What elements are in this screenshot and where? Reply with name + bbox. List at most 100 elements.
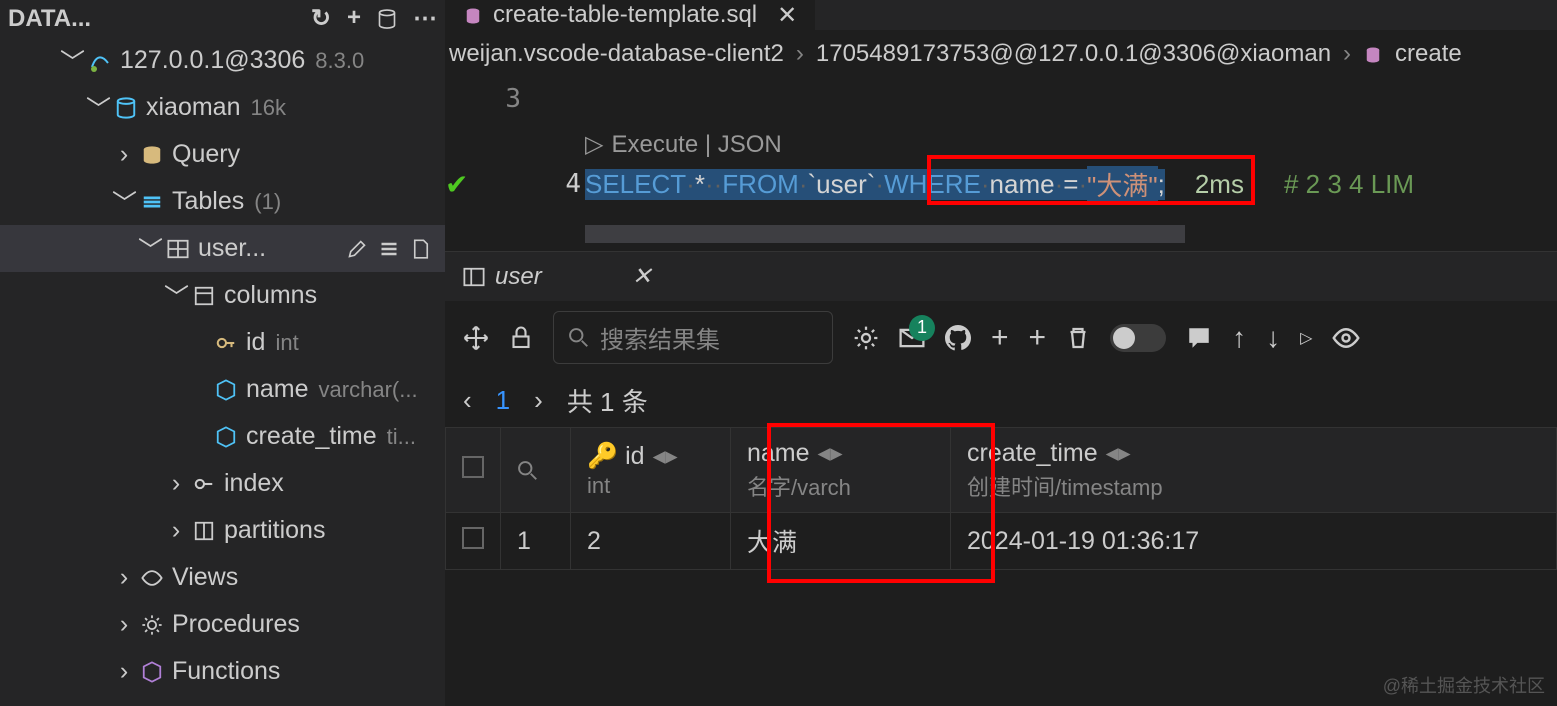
views-node[interactable]: › Views <box>0 554 445 601</box>
partitions-label: partitions <box>224 516 325 545</box>
header-ct-label: create_time <box>967 439 1098 467</box>
table-row[interactable]: 1 2 大满 2024-01-19 01:36:17 <box>446 513 1557 570</box>
github-icon[interactable] <box>945 325 971 351</box>
functions-node[interactable]: › Functions <box>0 648 445 695</box>
result-tab[interactable]: user ✕ <box>445 252 670 302</box>
header-name[interactable]: name◂▸ 名字/varch <box>731 428 951 513</box>
columns-node[interactable]: ﹀ columns <box>0 272 445 319</box>
edit-icon[interactable] <box>347 234 367 263</box>
header-checkbox[interactable] <box>446 428 501 513</box>
header-id-type: int <box>587 473 714 499</box>
index-node[interactable]: › index <box>0 460 445 507</box>
prev-page-icon[interactable]: ‹ <box>463 385 472 416</box>
close-icon[interactable]: ✕ <box>777 1 797 30</box>
sidebar-header-actions: ↻ + ⋯ <box>311 4 437 33</box>
cell-id[interactable]: 2 <box>571 513 731 570</box>
result-table: 🔑 id◂▸ int name◂▸ 名字/varch create_time◂▸… <box>445 427 1557 570</box>
chevron-down-icon: ﹀ <box>164 278 188 314</box>
function-icon <box>136 661 168 683</box>
tables-count: (1) <box>254 189 281 215</box>
breadcrumb-item[interactable]: weijan.vscode-database-client2 <box>449 40 784 68</box>
code-lens[interactable]: ▷ Execute | JSON <box>505 130 1557 159</box>
sql-identifier: name <box>990 169 1055 200</box>
key-icon <box>210 332 242 354</box>
chevron-down-icon: ﹀ <box>86 90 110 126</box>
connection-node[interactable]: ﹀ 127.0.0.1@3306 8.3.0 <box>0 37 445 84</box>
row-checkbox[interactable] <box>446 513 501 570</box>
cell-name[interactable]: 大满 <box>731 513 951 570</box>
close-icon[interactable]: ✕ <box>632 262 652 291</box>
plus-yellow-icon[interactable]: + <box>1029 321 1047 355</box>
sql-keyword: WHERE <box>884 169 981 200</box>
search-placeholder: 搜索结果集 <box>600 320 720 355</box>
views-icon <box>136 567 168 589</box>
eye-icon[interactable] <box>1332 324 1360 352</box>
result-tab-label: user <box>495 263 542 291</box>
table-icon <box>162 238 194 260</box>
play-icon[interactable]: ▷ <box>1300 328 1312 348</box>
header-id-label: id <box>625 442 644 470</box>
col-name-label: name <box>246 375 309 404</box>
cell-create-time[interactable]: 2024-01-19 01:36:17 <box>951 513 1557 570</box>
sql-string: "大满" <box>1087 166 1157 203</box>
refresh-icon[interactable]: ↻ <box>311 4 331 33</box>
move-icon[interactable] <box>463 325 489 351</box>
toggle-switch[interactable] <box>1110 324 1166 352</box>
add-icon[interactable]: + <box>347 4 361 33</box>
editor-tab[interactable]: create-table-template.sql ✕ <box>445 0 815 30</box>
header-create-time[interactable]: create_time◂▸ 创建时间/timestamp <box>951 428 1557 513</box>
gear-icon[interactable] <box>853 325 879 351</box>
more-icon[interactable]: ⋯ <box>413 4 437 33</box>
arrow-down-icon[interactable]: ↓ <box>1266 322 1280 354</box>
editor[interactable]: 3 ▷ Execute | JSON ✔ 4 SELECT·*··FROM·`u… <box>445 78 1557 243</box>
mail-icon[interactable]: 1 <box>899 325 925 351</box>
plus-icon[interactable]: + <box>991 321 1009 355</box>
user-table-node[interactable]: ﹀ user... <box>0 225 445 272</box>
sql-file-icon <box>463 1 483 29</box>
table-actions <box>347 234 445 263</box>
column-name[interactable]: name varchar(... <box>0 366 445 413</box>
col-ct-label: create_time <box>246 422 377 451</box>
field-icon <box>210 426 242 448</box>
header-search[interactable] <box>501 428 571 513</box>
breadcrumb-item[interactable]: create <box>1395 40 1462 68</box>
sql-operator: = <box>1063 169 1078 200</box>
partitions-node[interactable]: › partitions <box>0 507 445 554</box>
chat-icon[interactable] <box>1186 325 1212 351</box>
line-number: 4 <box>541 169 581 199</box>
next-page-icon[interactable]: › <box>534 385 543 416</box>
list-icon[interactable] <box>379 234 399 263</box>
page-number[interactable]: 1 <box>496 385 510 416</box>
tree: ﹀ 127.0.0.1@3306 8.3.0 ﹀ xiaoman 16k › Q… <box>0 37 445 695</box>
procedures-node[interactable]: › Procedures <box>0 601 445 648</box>
header-id[interactable]: 🔑 id◂▸ int <box>571 428 731 513</box>
query-label: Query <box>172 140 240 169</box>
chevron-right-icon: › <box>112 563 136 592</box>
database-icon[interactable] <box>377 4 397 33</box>
row-number: 1 <box>501 513 571 570</box>
sql-comment: # 2 3 4 LIM <box>1284 169 1414 200</box>
procedures-label: Procedures <box>172 610 300 639</box>
tables-node[interactable]: ﹀ Tables (1) <box>0 178 445 225</box>
tables-label: Tables <box>172 187 244 216</box>
sql-file-icon <box>1363 40 1383 68</box>
index-label: index <box>224 469 284 498</box>
lock-icon[interactable] <box>509 326 533 350</box>
breadcrumb[interactable]: weijan.vscode-database-client2 › 1705489… <box>445 30 1557 78</box>
views-label: Views <box>172 563 238 592</box>
col-name-type: varchar(... <box>319 377 418 403</box>
connection-label: 127.0.0.1@3306 <box>120 46 305 75</box>
breadcrumb-item[interactable]: 1705489173753@@127.0.0.1@3306@xiaoman <box>816 40 1331 68</box>
mysql-icon <box>84 49 116 73</box>
column-id[interactable]: id int <box>0 319 445 366</box>
column-create-time[interactable]: create_time ti... <box>0 413 445 460</box>
arrow-up-icon[interactable]: ↑ <box>1232 322 1246 354</box>
database-node[interactable]: ﹀ xiaoman 16k <box>0 84 445 131</box>
query-icon <box>136 144 168 166</box>
query-node[interactable]: › Query <box>0 131 445 178</box>
minimap[interactable] <box>585 225 1185 243</box>
delete-icon[interactable] <box>1066 326 1090 350</box>
check-icon: ✔ <box>445 168 468 201</box>
new-file-icon[interactable] <box>411 234 431 263</box>
search-input[interactable]: 搜索结果集 <box>553 311 833 364</box>
